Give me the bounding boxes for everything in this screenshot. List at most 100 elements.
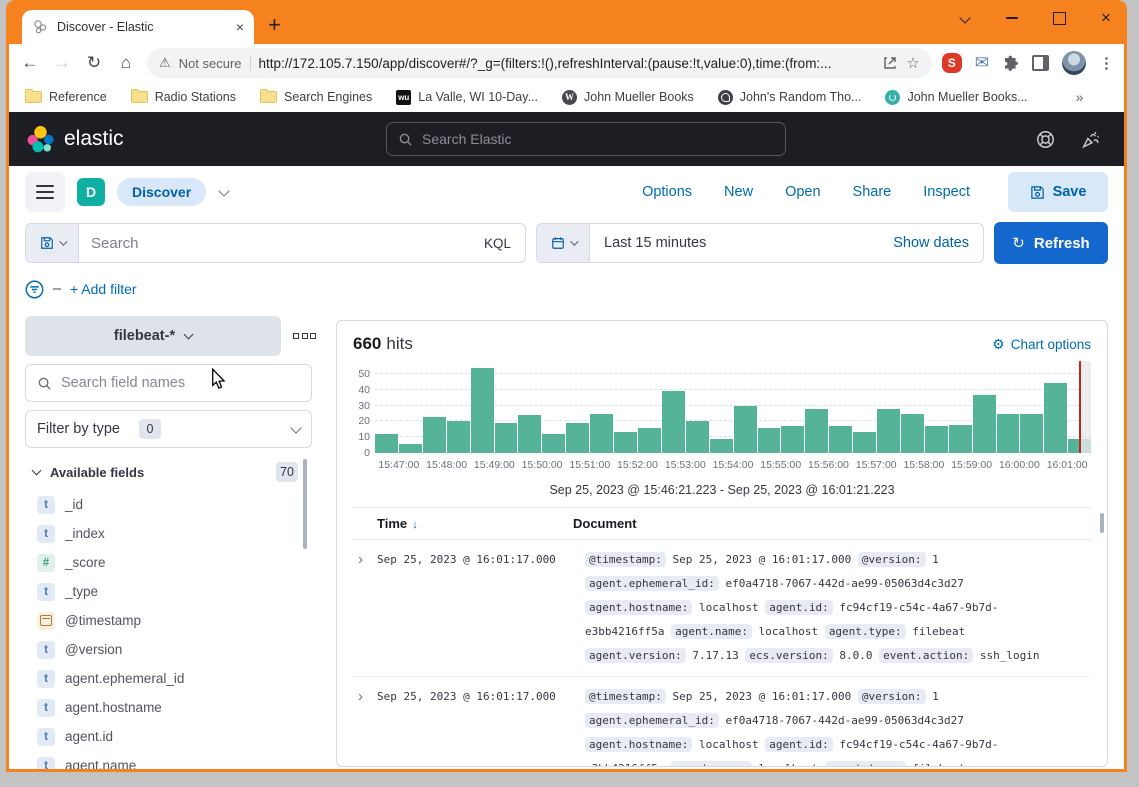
histogram-bar[interactable] — [614, 432, 637, 453]
breadcrumb[interactable]: Discover — [117, 178, 206, 206]
histogram-bar[interactable] — [949, 425, 972, 453]
bookmark-item[interactable]: wuLa Valle, WI 10-Day... — [396, 90, 538, 105]
reload-icon[interactable]: ↻ — [83, 53, 105, 73]
browser-tab[interactable]: Discover - Elastic × — [22, 10, 254, 44]
forward-icon[interactable]: → — [51, 53, 73, 73]
menu-hamburger-icon[interactable] — [25, 172, 65, 212]
histogram-bar[interactable] — [710, 439, 733, 453]
time-column-header[interactable]: Time↓ — [377, 516, 573, 531]
histogram-bar[interactable] — [973, 395, 996, 453]
help-icon[interactable] — [1036, 130, 1055, 149]
save-button[interactable]: Save — [1008, 172, 1108, 212]
query-search-input[interactable]: Search — [79, 235, 470, 252]
time-range-value[interactable]: Last 15 minutes — [590, 235, 879, 251]
home-icon[interactable]: ⌂ — [115, 53, 137, 73]
new-tab-button[interactable]: + — [268, 14, 281, 36]
field-item[interactable]: #_score — [25, 548, 320, 577]
profile-avatar[interactable] — [1062, 51, 1086, 75]
histogram-bar[interactable] — [518, 415, 541, 453]
date-quick-menu-button[interactable] — [537, 224, 590, 262]
browser-menu-icon[interactable]: ⋮ — [1099, 54, 1114, 72]
share-icon[interactable] — [882, 55, 898, 71]
document-column-header[interactable]: Document — [573, 516, 1091, 531]
side-panel-icon[interactable] — [1032, 55, 1049, 71]
toolbar-link-options[interactable]: Options — [642, 184, 692, 200]
field-item[interactable]: t_id — [25, 490, 320, 519]
close-button[interactable]: × — [1098, 10, 1114, 26]
tab-close-icon[interactable]: × — [236, 20, 244, 34]
maximize-button[interactable] — [1051, 10, 1067, 26]
toolbar-link-open[interactable]: Open — [785, 184, 820, 200]
mail-extension-icon[interactable]: ✉ — [975, 53, 989, 73]
field-item[interactable]: tagent.id — [25, 722, 320, 751]
histogram-bar[interactable] — [638, 428, 661, 453]
filter-circle-icon[interactable] — [25, 280, 44, 299]
bookmark-item[interactable]: Radio Stations — [131, 90, 236, 105]
index-options-icon[interactable] — [293, 333, 316, 339]
histogram-bar[interactable] — [590, 414, 613, 454]
minimize-button[interactable] — [1004, 10, 1020, 26]
histogram-bar[interactable] — [758, 428, 781, 453]
toolbar-link-inspect[interactable]: Inspect — [923, 184, 970, 200]
bookmarks-overflow-icon[interactable]: » — [1076, 89, 1084, 105]
back-icon[interactable]: ← — [19, 53, 41, 73]
histogram-bar[interactable] — [1020, 414, 1043, 454]
chart-options-button[interactable]: ⚙ Chart options — [992, 337, 1091, 352]
table-scrollbar[interactable] — [1100, 513, 1104, 533]
bookmark-item[interactable]: John's Random Tho... — [718, 90, 862, 105]
histogram-bar[interactable] — [447, 421, 470, 453]
histogram-bar[interactable] — [686, 421, 709, 453]
query-language-button[interactable]: KQL — [470, 236, 525, 251]
field-item[interactable]: t_type — [25, 577, 320, 606]
histogram-bar[interactable] — [375, 434, 398, 453]
histogram-bar[interactable] — [877, 409, 900, 453]
bookmark-star-icon[interactable]: ☆ — [906, 54, 919, 72]
histogram-bar[interactable] — [399, 444, 422, 453]
filter-by-type-select[interactable]: Filter by type 0 — [25, 410, 312, 448]
address-bar[interactable]: ⚠ Not secure http://172.105.7.150/app/di… — [147, 48, 932, 78]
toolbar-link-new[interactable]: New — [724, 184, 753, 200]
histogram-bar[interactable] — [1044, 383, 1067, 453]
expand-row-icon[interactable]: › — [353, 548, 377, 668]
histogram-bar[interactable] — [805, 409, 828, 453]
bookmark-item[interactable]: WJohn Mueller Books — [562, 90, 694, 105]
field-search-input[interactable]: Search field names — [25, 364, 312, 402]
chevron-down-icon[interactable] — [32, 466, 42, 476]
histogram-bar[interactable] — [566, 423, 589, 453]
histogram-bar[interactable] — [471, 368, 494, 453]
histogram-bar[interactable] — [542, 434, 565, 453]
newsfeed-icon[interactable] — [1081, 130, 1100, 149]
extension-s-icon[interactable]: S — [942, 53, 962, 73]
field-item[interactable]: tagent.hostname — [25, 693, 320, 722]
url-text[interactable]: http://172.105.7.150/app/discover#/?_g=(… — [259, 56, 875, 71]
histogram-bar[interactable] — [925, 426, 948, 453]
tab-search-icon[interactable] — [957, 10, 973, 26]
bookmark-item[interactable]: Search Engines — [260, 90, 372, 105]
histogram-bar[interactable] — [734, 406, 757, 453]
field-item[interactable]: @timestamp — [25, 606, 320, 635]
histogram-bar[interactable] — [829, 426, 852, 453]
field-item[interactable]: t@version — [25, 635, 320, 664]
histogram-bar[interactable] — [997, 414, 1020, 454]
breadcrumb-chevron-icon[interactable] — [218, 185, 229, 196]
index-pattern-selector[interactable]: filebeat-* — [25, 316, 281, 356]
field-item[interactable]: tagent.ephemeral_id — [25, 664, 320, 693]
refresh-button[interactable]: ↻ Refresh — [994, 222, 1108, 264]
global-search-input[interactable]: Search Elastic — [386, 122, 786, 156]
histogram-bar[interactable] — [853, 432, 876, 453]
expand-row-icon[interactable]: › — [353, 685, 377, 767]
field-item[interactable]: tagent.name — [25, 751, 320, 772]
histogram-bar[interactable] — [781, 426, 804, 453]
saved-query-menu-button[interactable] — [26, 224, 79, 262]
sidebar-scrollbar[interactable] — [303, 459, 307, 549]
histogram-bar[interactable] — [901, 414, 924, 454]
add-filter-button[interactable]: + Add filter — [70, 281, 137, 297]
extensions-puzzle-icon[interactable] — [1002, 55, 1019, 72]
bookmark-item[interactable]: Reference — [25, 90, 107, 105]
histogram-bar[interactable] — [495, 423, 518, 453]
histogram-bar[interactable] — [662, 391, 685, 453]
security-label[interactable]: Not secure — [179, 56, 242, 71]
show-dates-button[interactable]: Show dates — [879, 235, 983, 251]
bookmark-item[interactable]: John Mueller Books... — [885, 90, 1027, 105]
field-item[interactable]: t_index — [25, 519, 320, 548]
